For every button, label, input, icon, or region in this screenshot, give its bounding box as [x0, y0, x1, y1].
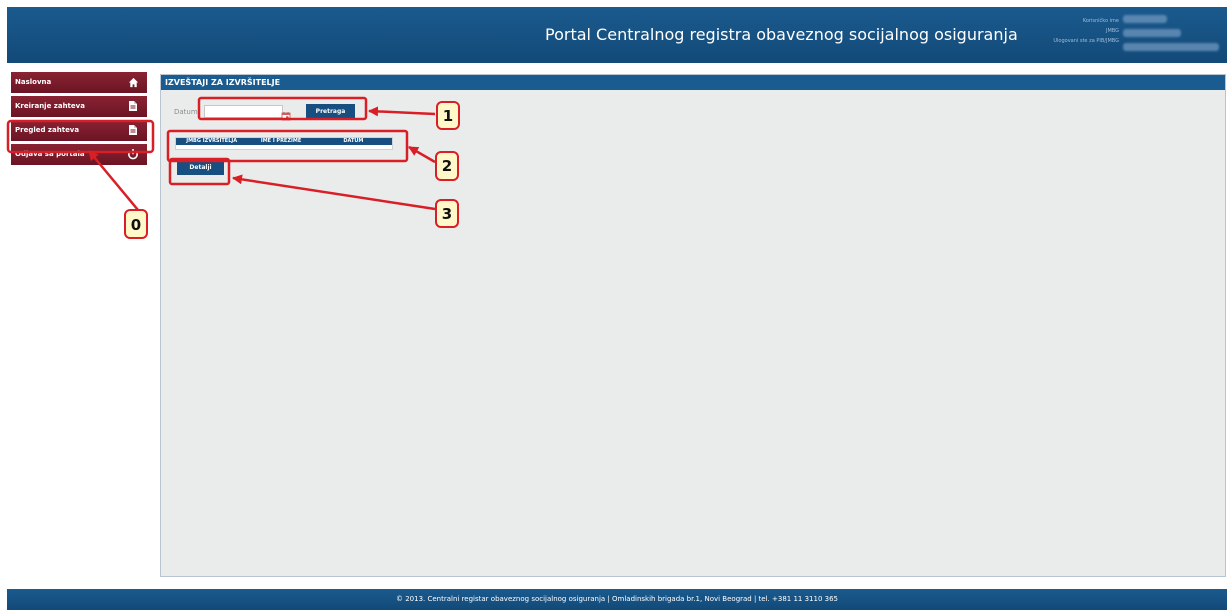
details-button[interactable]: Detalji — [177, 161, 224, 175]
portal-title: Portal Centralnog registra obaveznog soc… — [545, 25, 1018, 44]
home-icon — [127, 76, 139, 88]
redacted-jmbg — [1123, 29, 1181, 37]
sidebar-item-pregled-zahteva[interactable]: Pregled zahteva — [11, 120, 147, 141]
username-label: Korisničko ime — [1082, 18, 1119, 24]
column-date: DATUM — [343, 138, 364, 144]
sidebar-item-label: Kreiranje zahteva — [15, 102, 85, 110]
panel-title: IZVEŠTAJI ZA IZVRŠITELJE — [161, 75, 1225, 90]
sidebar-item-naslovna[interactable]: Naslovna — [11, 72, 147, 93]
sidebar-item-odjava[interactable]: Odjava sa portala — [11, 144, 147, 165]
date-input[interactable] — [204, 105, 283, 118]
redacted-username — [1123, 15, 1167, 23]
document-icon — [127, 124, 139, 136]
column-name: IME I PREZIME — [260, 138, 302, 144]
annotation-label-0: 0 — [131, 216, 141, 234]
user-info-labels: Korisničko ime JMBG Ulogovani ste za PIB… — [1053, 16, 1119, 46]
sidebar-item-label: Pregled zahteva — [15, 126, 80, 134]
sidebar-item-kreiranje-zahteva[interactable]: Kreiranje zahteva — [11, 96, 147, 117]
power-icon — [127, 148, 139, 160]
logged-for-label: Ulogovani ste za PIB/JMBG — [1053, 38, 1119, 44]
column-jmbg: JMBG IZVRŠITELJA — [186, 138, 238, 144]
sidebar: Naslovna Kreiranje zahteva Pregled zahte… — [11, 72, 147, 168]
reports-panel: IZVEŠTAJI ZA IZVRŠITELJE Datum Pretraga … — [160, 74, 1226, 577]
calendar-icon[interactable] — [281, 106, 291, 121]
annotation-badge-0: 0 — [124, 209, 148, 239]
site-header: Portal Centralnog registra obaveznog soc… — [7, 7, 1227, 63]
document-icon — [127, 100, 139, 112]
sidebar-item-label: Odjava sa portala — [15, 150, 85, 158]
search-button[interactable]: Pretraga — [306, 104, 355, 119]
jmbg-label: JMBG — [1105, 28, 1119, 34]
redacted-pib — [1123, 43, 1219, 51]
date-label: Datum — [174, 108, 198, 116]
redacted-user-values — [1123, 15, 1219, 55]
table-header-row: JMBG IZVRŠITELJA IME I PREZIME DATUM — [176, 138, 392, 145]
sidebar-item-label: Naslovna — [15, 78, 52, 86]
site-footer: © 2013. Centralni registar obaveznog soc… — [7, 589, 1227, 610]
results-table: JMBG IZVRŠITELJA IME I PREZIME DATUM — [175, 137, 393, 150]
